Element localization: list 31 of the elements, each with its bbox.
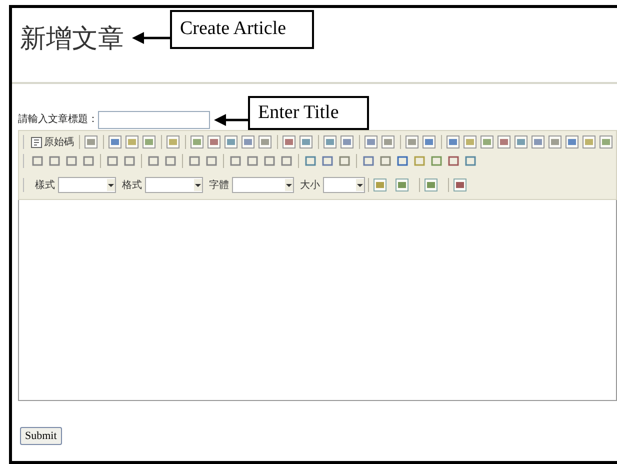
submit-button[interactable]: Submit bbox=[20, 427, 62, 445]
caret-icon bbox=[194, 179, 202, 191]
toolbar-icons-drawing[interactable] bbox=[445, 134, 615, 150]
toolbar-icons-drawing[interactable] bbox=[281, 134, 315, 150]
toolbar-icons-drawing[interactable] bbox=[107, 134, 158, 150]
dropdown-field[interactable] bbox=[58, 177, 116, 193]
toolbar-icons-drawing[interactable] bbox=[363, 134, 397, 150]
toolbar-icons-drawing[interactable] bbox=[83, 134, 100, 150]
toolbar-icons-drawing[interactable] bbox=[404, 134, 438, 150]
callout-label: Create Article bbox=[170, 10, 314, 49]
document-icon bbox=[31, 136, 42, 148]
dropdown-label: 樣式 bbox=[35, 178, 55, 192]
arrow-icon bbox=[214, 114, 248, 126]
dropdown-field[interactable] bbox=[323, 177, 365, 193]
dropdown-label: 大小 bbox=[300, 178, 320, 192]
source-button[interactable]: 原始碼 bbox=[29, 134, 76, 150]
callout-label: Enter Title bbox=[248, 96, 369, 130]
toolbar-icons-drawing[interactable] bbox=[165, 134, 182, 150]
page-heading: 新增文章 bbox=[20, 22, 124, 56]
dropdown-field[interactable] bbox=[145, 177, 203, 193]
toolbar-icons-drawing[interactable] bbox=[322, 134, 356, 150]
caret-icon bbox=[356, 179, 364, 191]
toolbar-icons-drawing[interactable] bbox=[189, 134, 274, 150]
caret-icon bbox=[285, 179, 293, 191]
title-label: 請輸入文章標題： bbox=[18, 112, 98, 126]
dropdown-label: 字體 bbox=[209, 178, 229, 192]
dropdown-field[interactable] bbox=[232, 177, 294, 193]
title-input-field[interactable] bbox=[98, 111, 210, 129]
caret-icon bbox=[107, 179, 115, 191]
dropdown-label: 格式 bbox=[122, 178, 142, 192]
arrow-icon bbox=[132, 32, 170, 44]
